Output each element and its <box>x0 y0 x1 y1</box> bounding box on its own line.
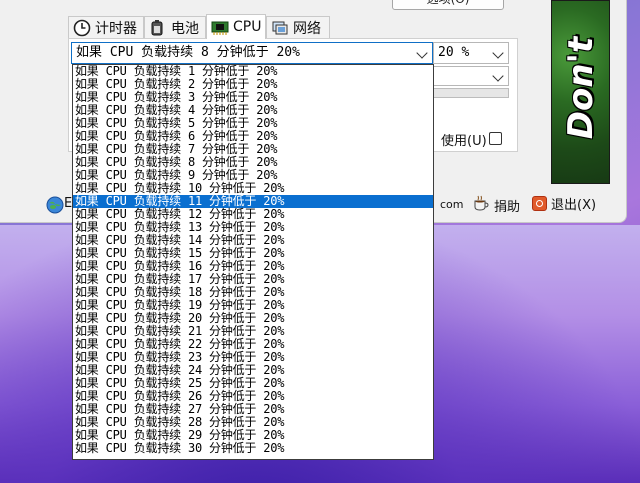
coffee-icon <box>472 194 490 216</box>
cpu-condition-dropdown-list: 如果 CPU 负载持续 1 分钟低于 20% 如果 CPU 负载持续 2 分钟低于… <box>72 64 434 460</box>
cpu-condition-select[interactable]: 如果 CPU 负载持续 8 分钟低于 20% <box>71 42 433 64</box>
website-link-letter[interactable]: E <box>64 196 72 211</box>
donate-label: 捐助 <box>494 199 521 215</box>
use-label: 使用(U) <box>441 134 487 149</box>
chip-icon <box>211 18 229 36</box>
website-link-suffix[interactable]: com <box>440 198 464 211</box>
exit-label: 退出(X) <box>551 198 597 213</box>
donate-button[interactable]: 捐助 <box>472 194 520 216</box>
options-button[interactable]: 选项(O) <box>392 0 504 10</box>
chevron-down-icon <box>416 47 428 59</box>
tab-network-label: 网络 <box>293 20 321 37</box>
network-icon <box>271 19 289 37</box>
globe-icon[interactable] <box>46 196 64 218</box>
banner-text: Don't <box>560 37 601 140</box>
tab-timer-label: 计时器 <box>95 20 137 37</box>
secondary-select[interactable] <box>433 66 509 86</box>
tab-timer[interactable]: 计时器 <box>68 16 144 38</box>
percent-select[interactable]: 20 % <box>433 42 509 64</box>
tab-battery-label: 电池 <box>171 20 199 37</box>
tab-network[interactable]: 网络 <box>266 16 330 38</box>
tab-cpu[interactable]: CPU <box>206 14 266 39</box>
tab-battery[interactable]: 电池 <box>144 16 206 38</box>
percent-select-value: 20 % <box>438 45 470 60</box>
cpu-condition-value: 如果 CPU 负载持续 8 分钟低于 20% <box>76 45 300 60</box>
battery-icon <box>149 19 167 37</box>
chevron-down-icon <box>492 70 504 82</box>
cpu-load-progress <box>433 88 509 98</box>
power-icon <box>532 196 547 211</box>
clock-icon <box>73 19 91 37</box>
dont-sleep-banner: Don't <box>551 0 610 184</box>
use-checkbox[interactable] <box>489 132 502 145</box>
chevron-down-icon <box>492 47 504 59</box>
tab-cpu-label: CPU <box>233 19 262 35</box>
exit-button[interactable]: 退出(X) <box>532 194 596 213</box>
dropdown-option[interactable]: 如果 CPU 负载持续 30 分钟低于 20% <box>73 442 433 455</box>
